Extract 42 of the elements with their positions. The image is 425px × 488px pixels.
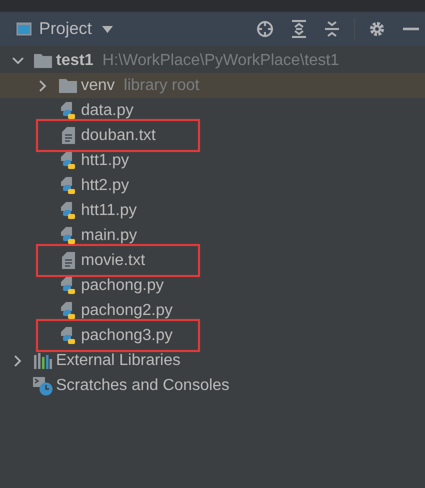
locate-icon[interactable] [256,20,274,38]
folder-icon [34,53,52,68]
text-file-icon [62,252,74,269]
item-name[interactable]: douban.txt [81,124,156,148]
item-name[interactable]: main.py [81,224,138,248]
project-path: H:\WorkPlace\PyWorkPlace\test1 [102,50,340,70]
python-file-icon [60,152,76,170]
item-name[interactable]: test1 [56,48,94,72]
minimize-icon[interactable] [403,27,419,31]
expand-all-icon[interactable] [291,20,307,38]
window-icon [16,22,32,36]
python-file-icon [60,102,76,120]
collapse-all-icon[interactable] [324,20,340,38]
python-file-icon [60,276,76,294]
item-name[interactable]: pachong3.py [81,324,173,348]
item-name[interactable]: pachong.py [81,274,164,298]
item-name[interactable]: Scratches and Consoles [56,374,230,398]
chevron-right-icon[interactable] [39,80,47,92]
item-name[interactable]: htt2.py [81,174,130,198]
item-name[interactable]: movie.txt [81,248,146,272]
library-root-label: library root [124,76,200,96]
scratches-icon [33,376,53,396]
chevron-down-icon[interactable] [12,56,24,64]
item-name[interactable]: External Libraries [56,348,180,372]
panel-title-dropdown[interactable]: Project [39,16,113,42]
item-name[interactable]: venv [81,74,115,98]
item-name[interactable]: data.py [81,98,134,122]
item-name[interactable]: htt1.py [81,148,130,172]
item-name[interactable]: pachong2.py [81,298,173,322]
python-file-icon [60,302,76,320]
folder-icon [59,78,77,93]
caret-icon [102,26,113,32]
python-file-icon [60,226,76,244]
text-file-icon [62,127,74,144]
python-file-icon [60,202,76,220]
settings-icon[interactable] [369,21,385,37]
python-file-icon [60,176,76,194]
item-name[interactable]: htt11.py [81,198,137,222]
selected-row[interactable]: venv library root [0,73,425,98]
libraries-icon [34,352,52,368]
chevron-right-icon[interactable] [14,354,22,366]
python-file-icon [60,326,76,344]
